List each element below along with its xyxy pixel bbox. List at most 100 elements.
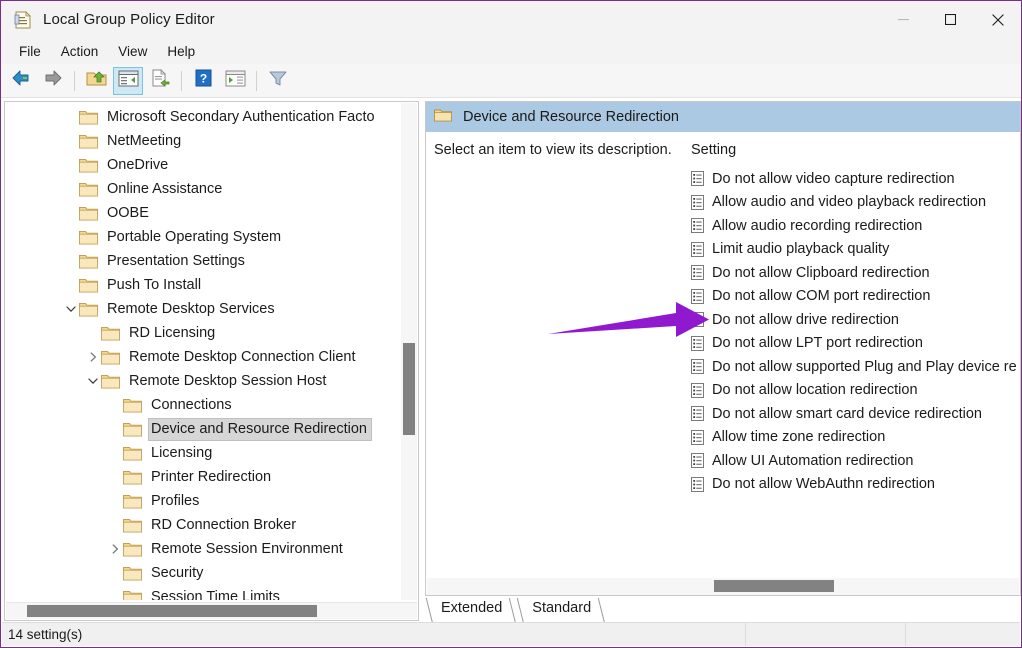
help-button[interactable]: ? [188, 67, 218, 95]
setting-label: Do not allow smart card device redirecti… [712, 405, 982, 422]
setting-row[interactable]: Do not allow COM port redirection [691, 285, 1020, 309]
minimize-button[interactable] [880, 1, 927, 38]
tree-item[interactable]: Device and Resource Redirection [5, 417, 401, 441]
chevron-placeholder [63, 177, 79, 201]
tree-item-label: Push To Install [107, 276, 202, 293]
setting-row[interactable]: Allow time zone redirection [691, 426, 1020, 450]
tree-item-label: NetMeeting [107, 132, 182, 149]
folder-icon [79, 182, 98, 197]
tree-item[interactable]: Security [5, 561, 401, 585]
tree-item[interactable]: RD Connection Broker [5, 513, 401, 537]
tree-item[interactable]: Profiles [5, 489, 401, 513]
setting-row[interactable]: Do not allow supported Plug and Play dev… [691, 355, 1020, 379]
tree-item[interactable]: Microsoft Secondary Authentication Facto [5, 105, 401, 129]
folder-icon [101, 374, 120, 389]
settings-horizontal-scrollbar-thumb[interactable] [714, 580, 834, 592]
tree-item-label: Remote Desktop Session Host [129, 372, 327, 389]
setting-row[interactable]: Do not allow WebAuthn redirection [691, 473, 1020, 497]
setting-row[interactable]: Do not allow video capture redirection [691, 167, 1020, 191]
tree-item[interactable]: Connections [5, 393, 401, 417]
filter-button[interactable] [263, 67, 293, 95]
folder-icon [123, 542, 142, 557]
menu-view[interactable]: View [108, 41, 157, 62]
status-setting-count: 14 setting(s) [8, 627, 83, 642]
svg-text:?: ? [199, 72, 206, 86]
tree-item[interactable]: OneDrive [5, 153, 401, 177]
toolbar-separator [256, 70, 257, 91]
tree-item[interactable]: Remote Session Environment [5, 537, 401, 561]
tree-item[interactable]: Portable Operating System [5, 225, 401, 249]
folder-icon [79, 110, 98, 125]
action-pane-icon [225, 70, 246, 92]
policy-setting-icon [691, 429, 704, 445]
window-title: Local Group Policy Editor [43, 11, 215, 28]
tree-item[interactable]: Presentation Settings [5, 249, 401, 273]
policy-setting-icon [691, 171, 704, 187]
tab-extended[interactable]: Extended [425, 598, 517, 624]
chevron-placeholder [107, 441, 123, 465]
menu-help[interactable]: Help [157, 41, 205, 62]
folder-icon [123, 518, 142, 533]
tree-item[interactable]: Licensing [5, 441, 401, 465]
chevron-down-icon[interactable] [63, 297, 79, 321]
policy-setting-icon [691, 194, 704, 210]
tab-standard[interactable]: Standard [516, 598, 606, 624]
setting-label: Do not allow location redirection [712, 382, 918, 399]
setting-row[interactable]: Do not allow smart card device redirecti… [691, 402, 1020, 426]
tree-horizontal-scrollbar[interactable] [6, 602, 417, 619]
policy-editor-icon [13, 10, 33, 30]
forward-button[interactable] [38, 67, 68, 95]
tree-item[interactable]: Remote Desktop Session Host [5, 369, 401, 393]
setting-row[interactable]: Do not allow Clipboard redirection [691, 261, 1020, 285]
toolbar: ? [1, 64, 1021, 98]
tree-vertical-scrollbar[interactable] [401, 103, 417, 600]
setting-row[interactable]: Do not allow drive redirection [691, 308, 1020, 332]
setting-row[interactable]: Allow UI Automation redirection [691, 449, 1020, 473]
tree-item[interactable]: NetMeeting [5, 129, 401, 153]
policy-setting-icon [691, 406, 704, 422]
title-bar: Local Group Policy Editor [1, 1, 1021, 38]
show-hide-console-tree-button[interactable] [113, 66, 143, 95]
close-button[interactable] [974, 1, 1021, 38]
tree-vertical-scrollbar-thumb[interactable] [403, 343, 415, 435]
show-hide-action-pane-button[interactable] [220, 67, 250, 95]
folder-icon [123, 470, 142, 485]
setting-row[interactable]: Limit audio playback quality [691, 238, 1020, 262]
setting-row[interactable]: Do not allow LPT port redirection [691, 332, 1020, 356]
chevron-right-icon[interactable] [107, 537, 123, 561]
tree-item-label: Device and Resource Redirection [148, 417, 372, 441]
maximize-button[interactable] [927, 1, 974, 38]
setting-row[interactable]: Do not allow location redirection [691, 379, 1020, 403]
chevron-placeholder [63, 273, 79, 297]
folder-icon [123, 422, 142, 437]
folder-icon [123, 446, 142, 461]
tree-item[interactable]: Printer Redirection [5, 465, 401, 489]
policy-setting-icon [691, 335, 704, 351]
tree-item[interactable]: Online Assistance [5, 177, 401, 201]
chevron-placeholder [107, 513, 123, 537]
menu-file[interactable]: File [9, 41, 51, 62]
console-tree-panel: Microsoft Secondary Authentication Facto… [4, 101, 419, 621]
up-one-level-button[interactable] [81, 67, 111, 95]
export-list-button[interactable] [145, 67, 175, 95]
chevron-right-icon[interactable] [85, 345, 101, 369]
setting-row[interactable]: Allow audio recording redirection [691, 214, 1020, 238]
tree-item-label: OneDrive [107, 156, 169, 173]
tree-item[interactable]: Remote Desktop Connection Client [5, 345, 401, 369]
tree-item[interactable]: Session Time Limits [5, 585, 401, 600]
policy-setting-icon [691, 218, 704, 234]
tree-item[interactable]: Remote Desktop Services [5, 297, 401, 321]
status-cell-tertiary [905, 623, 1020, 646]
tree-item[interactable]: OOBE [5, 201, 401, 225]
chevron-down-icon[interactable] [85, 369, 101, 393]
folder-icon [123, 494, 142, 509]
tree-horizontal-scrollbar-thumb[interactable] [27, 605, 317, 617]
setting-row[interactable]: Allow audio and video playback redirecti… [691, 191, 1020, 215]
menu-action[interactable]: Action [51, 41, 109, 62]
settings-horizontal-scrollbar[interactable] [427, 578, 1019, 595]
console-tree-icon [118, 70, 139, 92]
tree-item[interactable]: RD Licensing [5, 321, 401, 345]
chevron-placeholder [107, 585, 123, 600]
tree-item[interactable]: Push To Install [5, 273, 401, 297]
back-button[interactable] [6, 67, 36, 95]
